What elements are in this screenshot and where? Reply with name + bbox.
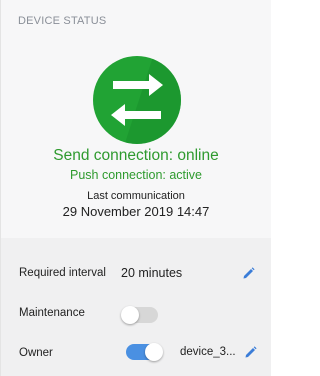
last-communication-label: Last communication bbox=[87, 190, 185, 202]
required-interval-value: 20 minutes bbox=[121, 266, 183, 280]
connection-status-icon bbox=[93, 56, 181, 144]
push-connection-status: Push connection: active bbox=[69, 168, 203, 182]
edit-owner-pencil-icon[interactable] bbox=[244, 346, 257, 359]
owner-label: Owner bbox=[19, 347, 53, 359]
send-connection-status: Send connection: online bbox=[53, 147, 219, 164]
toggle-knob bbox=[145, 343, 163, 361]
edit-interval-pencil-icon[interactable] bbox=[242, 267, 255, 280]
device-status-panel: DEVICE STATUS Send connection: online Pu… bbox=[0, 0, 271, 376]
toggle-knob bbox=[121, 306, 139, 324]
owner-value: device_3... bbox=[180, 346, 236, 358]
maintenance-toggle[interactable] bbox=[121, 306, 158, 324]
device-details: Required interval 20 minutes Maintenance… bbox=[1, 238, 271, 376]
section-title: DEVICE STATUS bbox=[18, 15, 107, 27]
sync-arrows-icon bbox=[111, 74, 163, 126]
owner-toggle[interactable] bbox=[126, 343, 163, 361]
maintenance-label: Maintenance bbox=[19, 307, 85, 319]
status-header: DEVICE STATUS Send connection: online Pu… bbox=[1, 0, 271, 238]
last-communication-value: 29 November 2019 14:47 bbox=[62, 204, 210, 219]
required-interval-label: Required interval bbox=[19, 267, 106, 279]
